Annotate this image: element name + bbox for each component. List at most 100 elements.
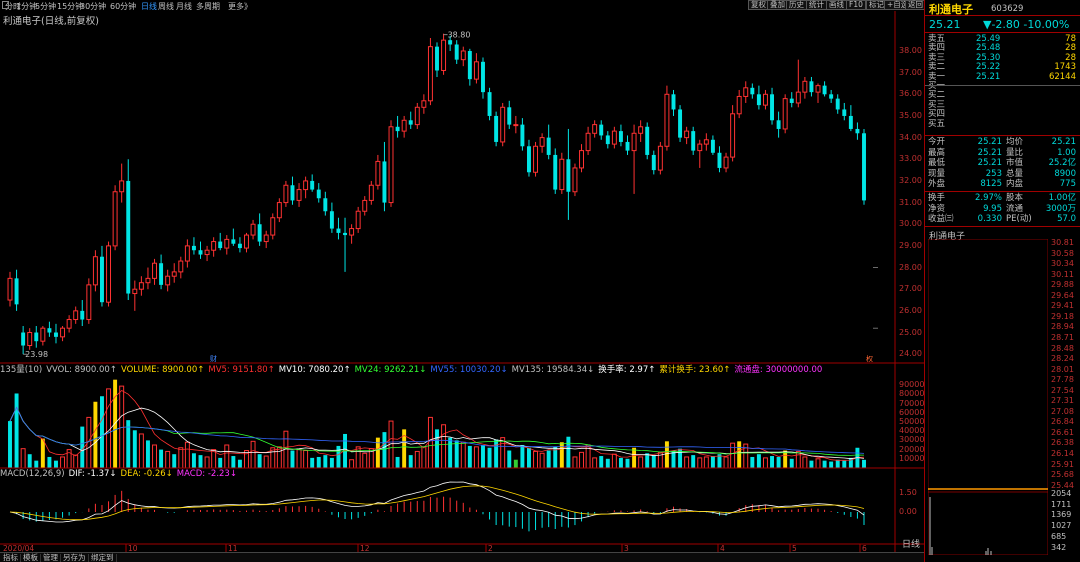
mini-price-tick: 30.34 (1051, 259, 1074, 269)
candle-body (368, 184, 374, 201)
candle-body (657, 145, 663, 171)
candle-body (40, 327, 46, 342)
macd-chart[interactable] (0, 478, 895, 546)
volume-bar (355, 446, 361, 468)
period-tab[interactable]: 1分钟 (16, 1, 37, 12)
volume-bar (730, 442, 736, 468)
bottom-tab[interactable]: 模板 (21, 554, 41, 562)
toolbar-button[interactable]: 历史 (786, 0, 807, 10)
price-change: ▼-2.80 -10.00% (983, 18, 1070, 31)
bottom-tab[interactable]: 管理 (41, 554, 61, 562)
volume-bar (99, 396, 104, 468)
candle-body (362, 199, 368, 212)
toolbar-button[interactable]: 统计 (806, 0, 827, 10)
volume-bar (375, 437, 380, 468)
toolbar-button[interactable]: 复权 (748, 0, 769, 10)
mini-volume-tick: 1027 (1051, 521, 1072, 531)
stat-row: 外盘 8125 内盘 775 (928, 179, 1078, 189)
mini-frame (928, 239, 1048, 555)
candle-body (382, 161, 387, 203)
period-tab[interactable]: 月线 (176, 1, 192, 12)
stat-l2: 股本 (1006, 193, 1024, 203)
stats-divider (925, 191, 1080, 192)
volume-bar (316, 456, 321, 468)
stat-l1: 今开 (928, 137, 946, 147)
stat-l2: 量比 (1006, 147, 1024, 158)
candle-body (467, 50, 472, 80)
period-tab[interactable]: 日线 (141, 1, 157, 12)
volume-bar (822, 460, 827, 468)
period-tab[interactable]: 60分钟 (110, 1, 136, 12)
volume-chart[interactable] (0, 373, 895, 468)
candle-body (809, 81, 814, 93)
volume-bar (257, 454, 262, 468)
volume-bar (862, 459, 866, 468)
candle-body (618, 131, 623, 142)
candle-body (171, 271, 177, 277)
stock-code: 603629 (991, 4, 1024, 14)
candle-body (86, 284, 92, 321)
stat-l2: 流通 (1006, 203, 1024, 214)
candle-body (599, 124, 604, 136)
volume-bar (159, 449, 164, 468)
candle-body (454, 44, 459, 60)
period-tab[interactable]: 30分钟 (80, 1, 106, 12)
candle-body (829, 94, 834, 99)
stat-row: 今开 25.21 均价 25.21 (928, 137, 1078, 147)
candle-body (132, 288, 138, 295)
mini-volume-tick: 2054 (1051, 489, 1072, 498)
candle-body (237, 243, 242, 249)
candle-body (276, 202, 282, 219)
intraday-mini-chart[interactable] (928, 239, 1048, 555)
toolbar-button[interactable]: 画线 (826, 0, 847, 10)
volume-bar (481, 445, 485, 468)
volume-bar (73, 454, 79, 468)
period-tab[interactable]: 周线 (158, 1, 174, 12)
candle-body (198, 250, 203, 255)
period-tab[interactable]: 更多》 (228, 1, 252, 12)
volume-bar (737, 441, 742, 468)
candle-body (375, 160, 381, 186)
volume-bar (815, 458, 821, 468)
mini-price-tick: 25.91 (1051, 459, 1074, 469)
volume-bar (138, 433, 144, 468)
volume-bar (762, 457, 768, 468)
candle-body (579, 150, 584, 169)
volume-bar (454, 440, 459, 468)
candle-body (191, 245, 196, 251)
mini-volume-tick: 1711 (1051, 499, 1072, 509)
low-annotation: 23.98 (25, 350, 48, 359)
candle-body (145, 277, 151, 284)
period-indicator[interactable]: 日线 (900, 541, 922, 550)
bottom-tab[interactable]: 另存为 (61, 554, 89, 562)
candle-body (605, 135, 610, 145)
volume-bar (494, 439, 499, 468)
period-tab[interactable]: 多周期 (196, 1, 220, 12)
stat-row: 最高 25.21 量比 1.00 (928, 148, 1078, 158)
stat-v2: 25.2亿 (1048, 158, 1076, 168)
candle-body (566, 159, 571, 192)
volume-bar (710, 456, 715, 468)
volume-bar (795, 450, 801, 468)
volume-bar (611, 453, 617, 468)
candle-body (723, 156, 729, 169)
window-icon[interactable] (2, 1, 9, 9)
volume-bar (408, 455, 413, 468)
bottom-tab[interactable]: 指标 (1, 554, 21, 562)
candlestick-chart[interactable]: 38.80 23.98 财 权 (0, 25, 895, 365)
mini-price-tick: 30.11 (1051, 269, 1074, 279)
toolbar-button[interactable]: F10 (846, 0, 866, 10)
period-tab[interactable]: 5分钟 (35, 1, 56, 12)
mini-price-tick: 28.94 (1051, 322, 1074, 332)
bottom-tab[interactable]: 绑定到 (89, 554, 117, 562)
candle-body (710, 139, 715, 153)
finance-marker: 财 (210, 354, 217, 363)
mini-volume-tick: 342 (1051, 542, 1067, 552)
stat-l2: 总量 (1006, 168, 1024, 179)
candle-body (789, 98, 794, 103)
candle-body (159, 263, 164, 285)
toolbar-button[interactable]: 返回 (905, 0, 926, 10)
candle-body (487, 92, 492, 116)
candle-body (526, 146, 531, 173)
toolbar-button[interactable]: 叠加 (767, 0, 788, 10)
